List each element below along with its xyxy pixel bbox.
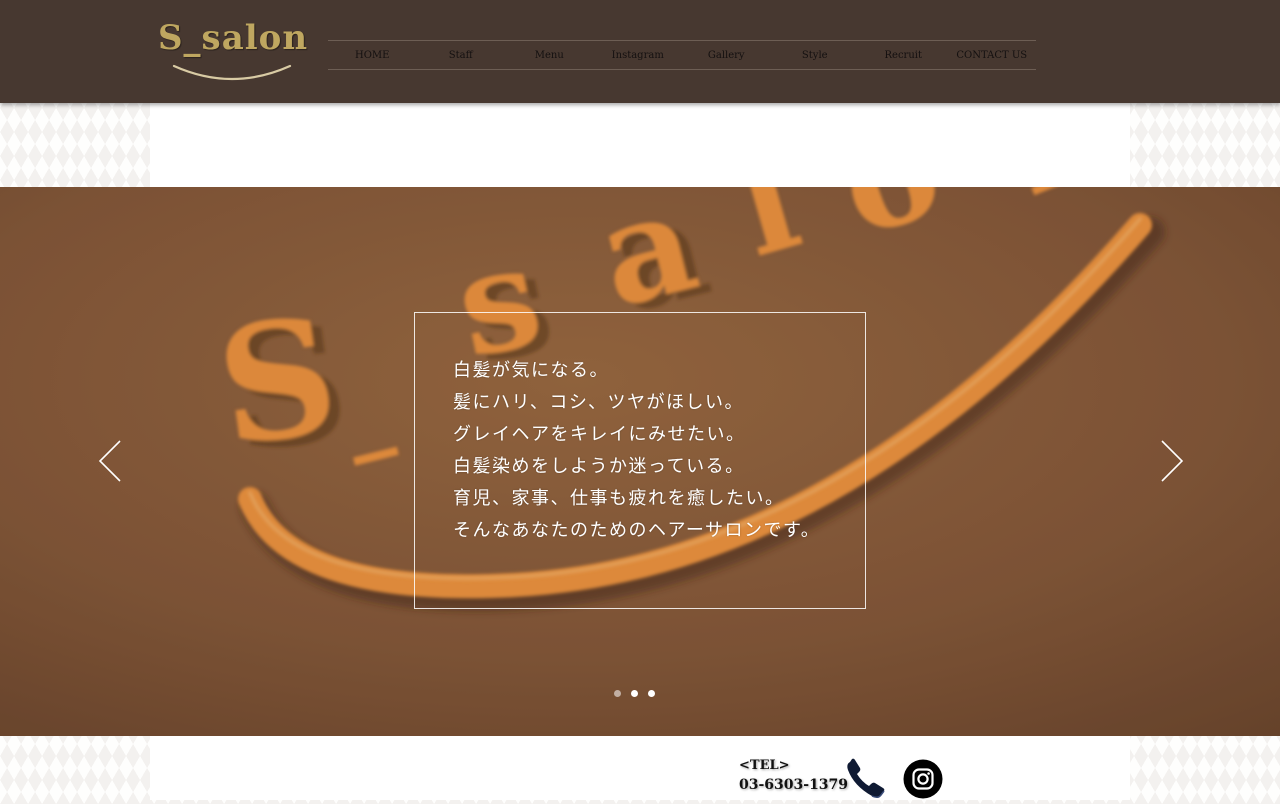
phone-icon[interactable]: [842, 756, 890, 800]
main-nav: HOME Staff Menu Instagram Gallery Style …: [328, 40, 1036, 70]
hero-line: 白髪染めをしようか迷っている。: [453, 456, 745, 477]
nav-item-gallery[interactable]: Gallery: [682, 41, 771, 69]
hero-copy: 白髪が気になる。 髪にハリ、コシ、ツヤがほしい。 グレイヘアをキレイにみせたい。…: [453, 355, 820, 547]
hero-text-box: 白髪が気になる。 髪にハリ、コシ、ツヤがほしい。 グレイヘアをキレイにみせたい。…: [414, 312, 866, 609]
contact-strip: [150, 736, 1130, 800]
hero-line: 髪にハリ、コシ、ツヤがほしい。: [453, 392, 745, 413]
nav-item-contact[interactable]: CONTACT US: [948, 41, 1037, 69]
nav-item-staff[interactable]: Staff: [417, 41, 506, 69]
tel-label: <TEL>: [739, 758, 790, 773]
hero-line: 育児、家事、仕事も疲れを癒したい。: [453, 488, 785, 509]
nav-item-home[interactable]: HOME: [328, 41, 417, 69]
instagram-icon[interactable]: [903, 759, 943, 799]
hero-line: グレイヘアをキレイにみせたい。: [453, 424, 746, 445]
nav-item-instagram[interactable]: Instagram: [594, 41, 683, 69]
tel-number[interactable]: 03-6303-1379: [739, 777, 848, 793]
nav-item-menu[interactable]: Menu: [505, 41, 594, 69]
chevron-right-icon: [1161, 440, 1184, 482]
slide-dot-3[interactable]: [648, 690, 655, 697]
slideshow-prev-button[interactable]: [96, 439, 126, 483]
site-logo[interactable]: S_salon: [152, 14, 312, 88]
nav-item-recruit[interactable]: Recruit: [859, 41, 948, 69]
hero-line: 白髪が気になる。: [453, 360, 609, 381]
header-spacer: [150, 103, 1130, 187]
slideshow-next-button[interactable]: [1156, 439, 1186, 483]
chevron-left-icon: [98, 440, 121, 482]
slide-dot-2[interactable]: [631, 690, 638, 697]
logo-text: S_salon: [158, 18, 309, 58]
hero-line: そんなあなたのためのヘアーサロンです。: [453, 520, 821, 541]
slideshow-dots: [614, 690, 655, 697]
slide-dot-1[interactable]: [614, 690, 621, 697]
hero-slideshow: S S _ s s a a l o n 白髪が気になる。 髪にハリ、コシ、ツヤが…: [0, 187, 1280, 736]
logo-arc: [172, 64, 292, 81]
site-header: S_salon HOME Staff Menu Instagram Galler…: [0, 0, 1280, 103]
nav-item-style[interactable]: Style: [771, 41, 860, 69]
